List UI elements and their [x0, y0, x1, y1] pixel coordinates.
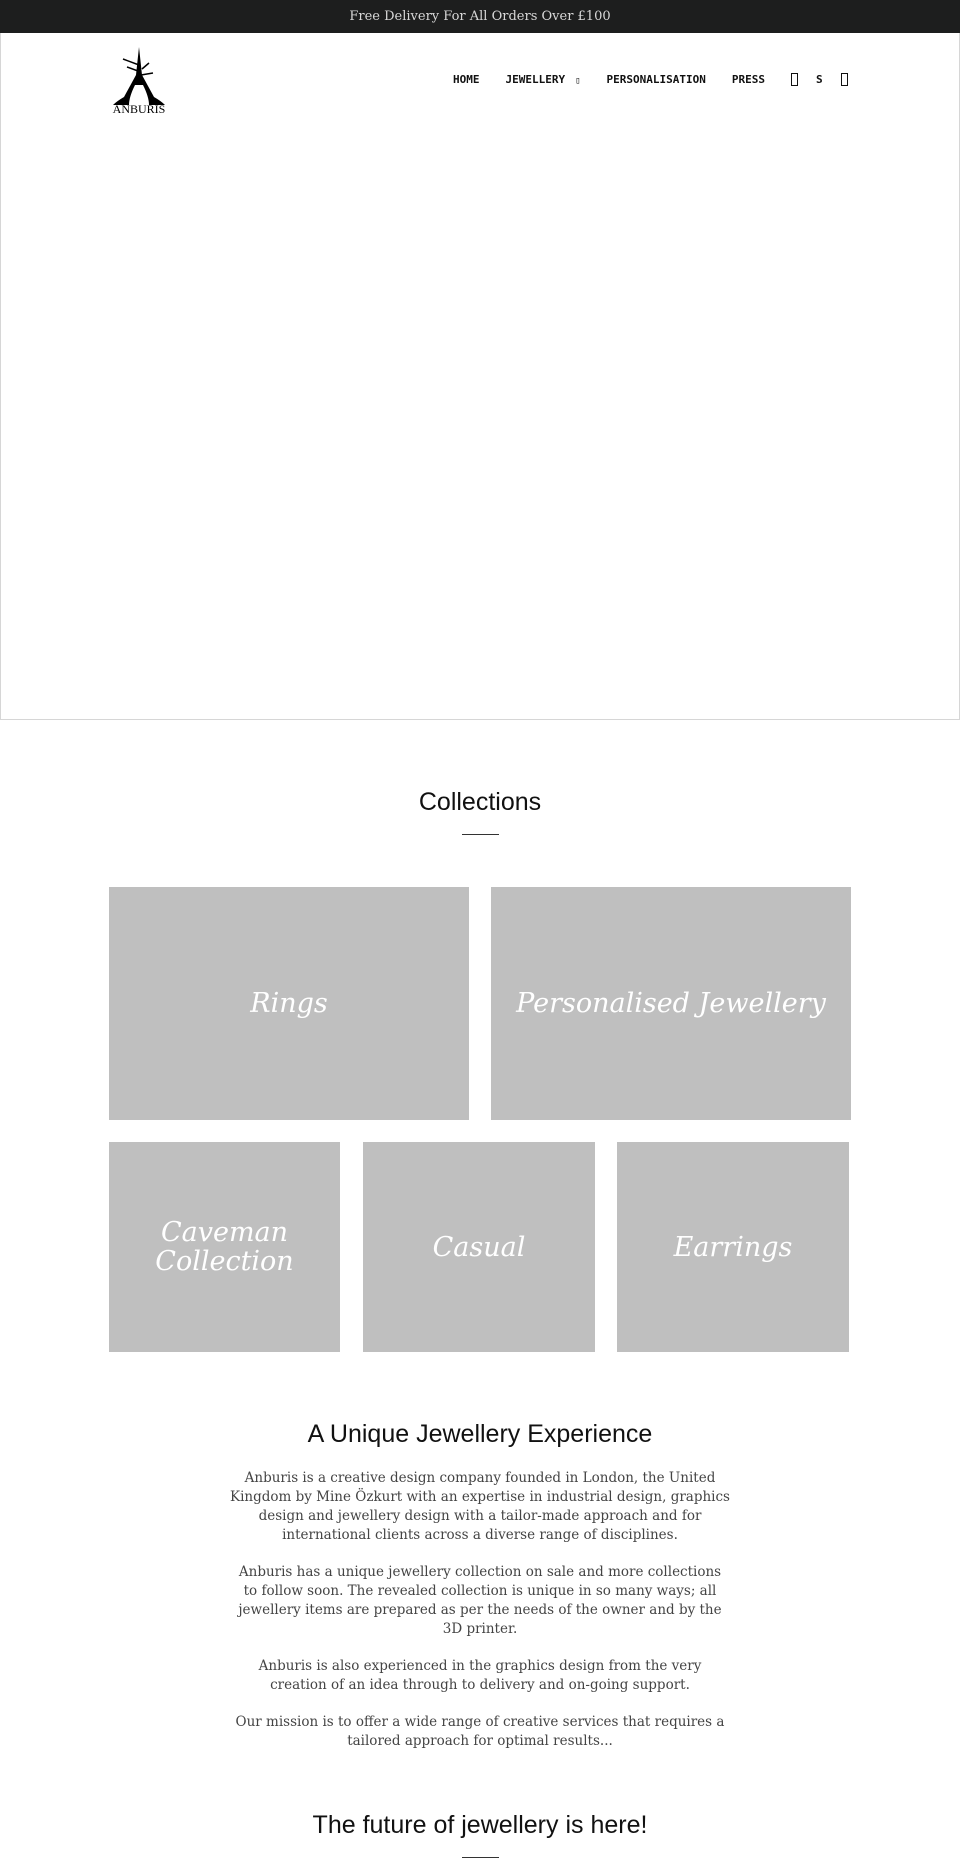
collection-tile-rings[interactable]: Rings [109, 887, 469, 1120]
future-title: The future of jewellery is here! [312, 1811, 648, 1839]
announcement-bar: Free Delivery For All Orders Over £100 [0, 0, 960, 33]
search-icon[interactable] [791, 73, 798, 86]
about-text: Anburis is a creative design company fou… [230, 1469, 730, 1769]
collection-tile-personalised[interactable]: Personalised Jewellery [491, 887, 851, 1120]
collection-tile-earrings[interactable]: Earrings [617, 1142, 849, 1352]
logo-text: ANBURIS [112, 102, 166, 116]
logo[interactable]: ANBURIS [109, 45, 169, 117]
about-paragraph: Anburis has a unique jewellery collectio… [238, 1564, 722, 1637]
about-paragraph: Anburis is a creative design company fou… [230, 1470, 730, 1543]
nav-home[interactable]: HOME [453, 73, 480, 86]
title-divider [462, 834, 499, 835]
collections-title: Collections [418, 788, 542, 816]
announcement-text: Free Delivery For All Orders Over £100 [349, 9, 611, 24]
nav-jewellery[interactable]: JEWELLERY ▯ [506, 73, 581, 86]
nav-personalisation[interactable]: PERSONALISATION [607, 73, 706, 86]
account-link[interactable]: S [816, 73, 823, 86]
cart-icon[interactable] [840, 73, 848, 86]
header-hero: ANBURIS HOME JEWELLERY ▯ PERSONALISATION … [0, 33, 960, 720]
tree-logo-icon [113, 47, 165, 105]
about-paragraph: Our mission is to offer a wide range of … [235, 1714, 725, 1749]
about-title: A Unique Jewellery Experience [307, 1420, 653, 1448]
nav-jewellery-label: JEWELLERY [505, 73, 566, 86]
about-paragraph: Anburis is also experienced in the graph… [258, 1658, 702, 1693]
title-divider [462, 1857, 499, 1858]
collection-tile-casual[interactable]: Casual [363, 1142, 595, 1352]
nav-press[interactable]: PRESS [732, 73, 765, 86]
collection-tile-caveman[interactable]: Caveman Collection [109, 1142, 340, 1352]
chevron-down-icon: ▯ [575, 76, 581, 86]
main-nav: HOME JEWELLERY ▯ PERSONALISATION PRESS S [453, 73, 866, 86]
